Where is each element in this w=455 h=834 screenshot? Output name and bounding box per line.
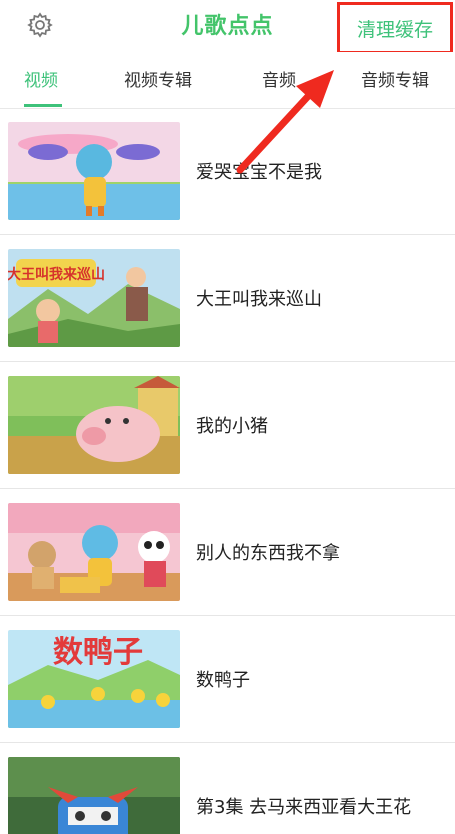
video-title: 我的小猪 <box>196 416 268 437</box>
list-item[interactable]: 我的小猪 <box>0 362 455 489</box>
tab-video[interactable]: 视频 <box>24 66 58 91</box>
tab-audio[interactable]: 音频 <box>262 66 296 91</box>
list-item[interactable]: 数鸭子 数鸭子 <box>0 616 455 743</box>
top-bar: 儿歌点点 清理缓存 <box>0 0 455 54</box>
thumbnail-caption: 数鸭子 <box>53 635 143 670</box>
video-thumbnail <box>8 376 180 474</box>
list-item[interactable]: 大王叫我来巡山 大王叫我来巡山 <box>0 235 455 362</box>
video-title: 大王叫我来巡山 <box>196 289 322 310</box>
tab-video-album[interactable]: 视频专辑 <box>124 66 192 91</box>
video-title: 别人的东西我不拿 <box>196 543 340 564</box>
clear-cache-button[interactable]: 清理缓存 <box>337 2 453 54</box>
list-item[interactable]: 爱哭宝宝不是我 <box>0 108 455 235</box>
video-thumbnail: 数鸭子 <box>8 630 180 728</box>
video-thumbnail <box>8 503 180 601</box>
tab-bar: 视频 视频专辑 音频 音频专辑 <box>0 52 455 109</box>
app-screen: 儿歌点点 清理缓存 视频 视频专辑 音频 音频专辑 爱哭宝宝不是我 大王叫我来巡… <box>0 0 455 834</box>
tab-audio-album[interactable]: 音频专辑 <box>361 66 429 91</box>
active-tab-indicator <box>24 104 62 107</box>
video-thumbnail <box>8 122 180 220</box>
video-thumbnail: 大王叫我来巡山 <box>8 249 180 347</box>
thumbnail-caption: 大王叫我来巡山 <box>8 266 105 283</box>
video-title: 数鸭子 <box>196 670 250 691</box>
video-title: 第3集 去马来西亚看大王花 <box>196 797 412 818</box>
list-item[interactable]: 第3集 去马来西亚看大王花 <box>0 743 455 834</box>
video-title: 爱哭宝宝不是我 <box>196 162 322 183</box>
list-item[interactable]: 别人的东西我不拿 <box>0 489 455 616</box>
video-thumbnail <box>8 757 180 834</box>
